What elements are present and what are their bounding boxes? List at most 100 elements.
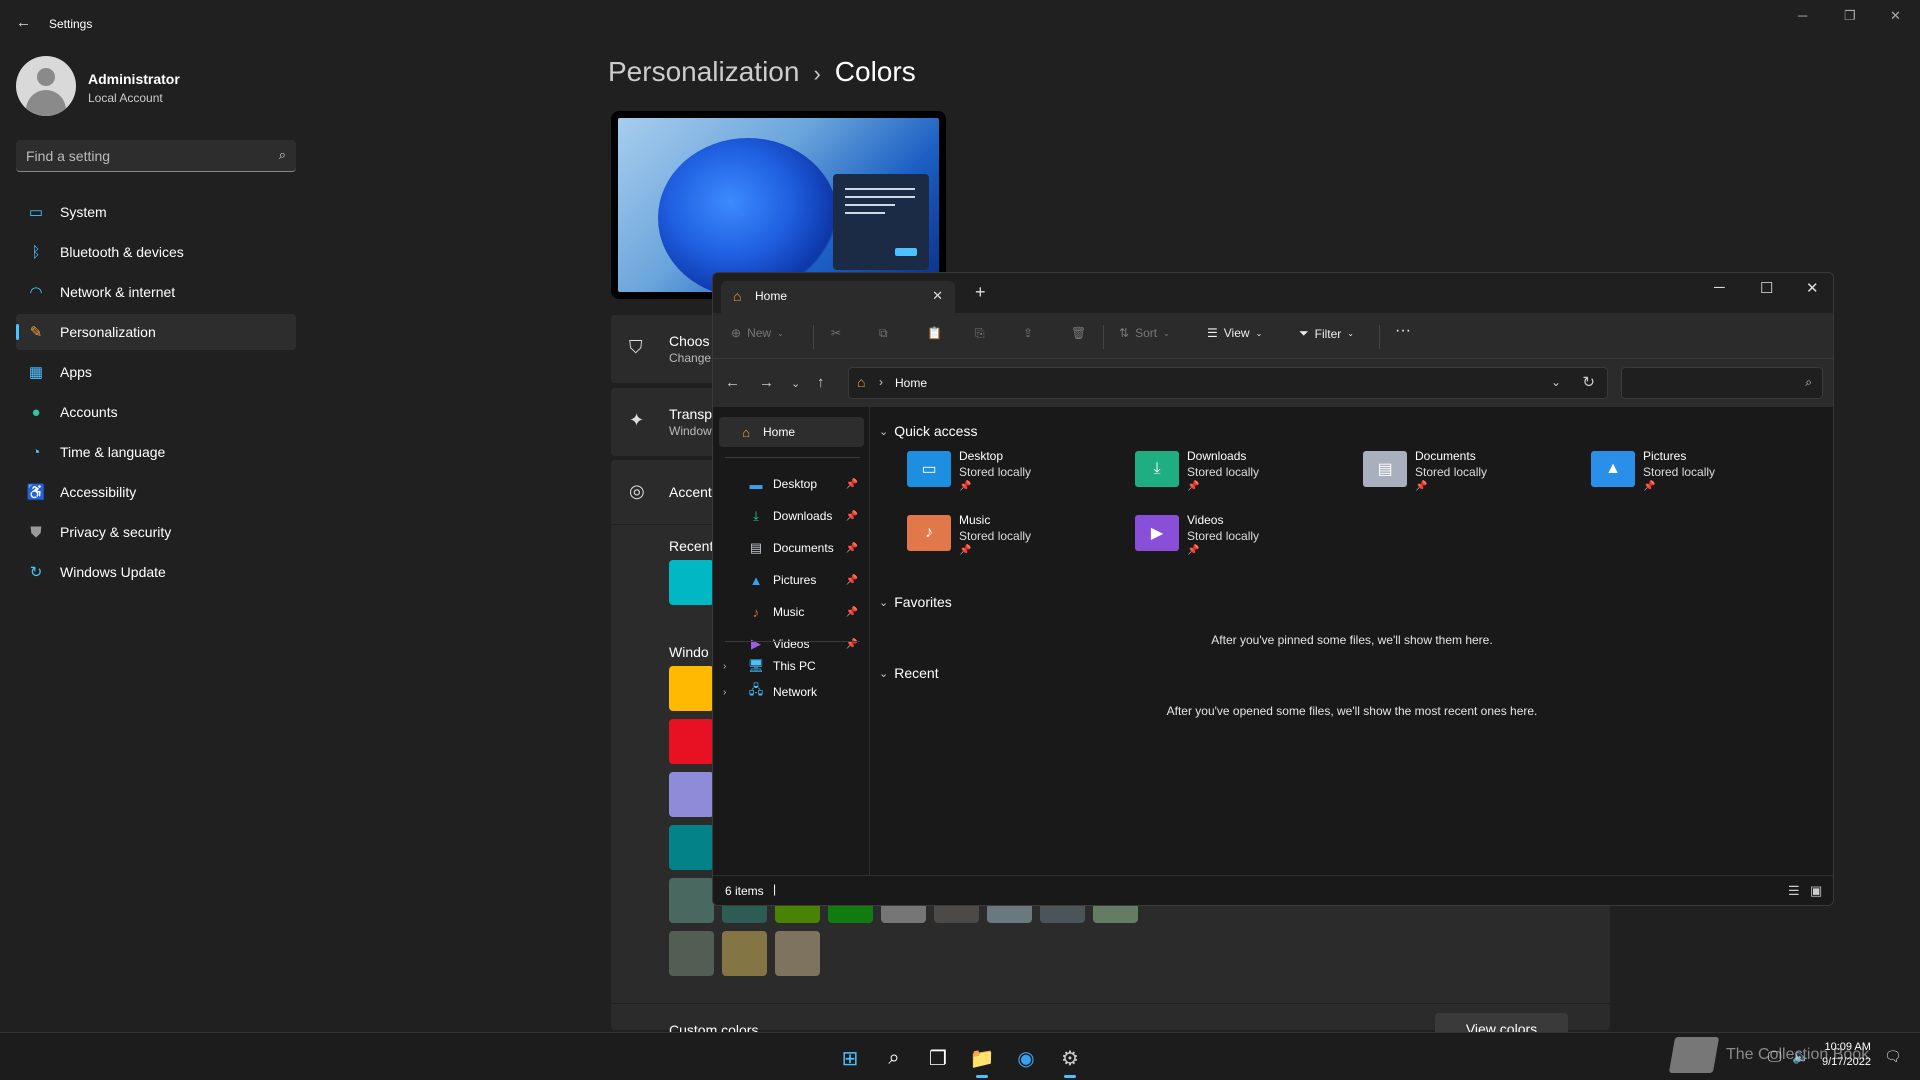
share-icon[interactable]: ⇪ [1023,326,1033,340]
accent-color-swatch[interactable] [669,666,714,711]
mode-card-title: Choos [669,333,710,349]
view-button[interactable]: ☰ View ⌄ [1207,326,1262,340]
accent-color-swatch[interactable] [669,878,714,923]
accent-color-swatch[interactable] [669,772,714,817]
sidebar-item-pictures[interactable]: ▲ Pictures 📌 [719,565,864,595]
address-bar[interactable]: ⌂ › Home ⌄ ↻ [848,367,1608,399]
network-icon: 🖧 [748,682,764,697]
search-icon[interactable]: ⌕ [279,147,286,163]
settings-gear-icon[interactable]: ⚙ [1052,1042,1088,1078]
accent-color-swatch[interactable] [669,825,714,870]
quick-access-item[interactable]: ⤓ Downloads Stored locally 📌 [1135,447,1335,499]
chevron-down-icon[interactable]: ⌄ [1551,375,1561,389]
tab-home[interactable]: ⌂ Home ✕ [721,281,955,313]
sidebar-item-time-language[interactable]: ◔ Time & language [16,434,296,470]
sidebar-item-home[interactable]: ⌂ Home [719,417,864,447]
item-name: Documents [1415,449,1476,463]
copy-icon[interactable]: ⧉ [879,326,888,341]
quick-access-item[interactable]: ▲ Pictures Stored locally 📌 [1591,447,1791,499]
sidebar-item-label: Accessibility [60,484,137,500]
quick-access-item[interactable]: ♪ Music Stored locally 📌 [907,511,1107,563]
item-status: Stored locally [959,465,1032,479]
sidebar-item-windows-update[interactable]: ↻ Windows Update [16,554,296,590]
task-view-icon[interactable]: ❐ [920,1042,956,1074]
notification-icon[interactable]: 🗨 [1884,1048,1902,1065]
accent-color-swatch[interactable] [775,931,820,976]
file-explorer-icon[interactable]: 📁 [964,1042,1000,1078]
minimize-icon[interactable]: ─ [1798,8,1807,23]
quick-access-item[interactable]: ▶ Videos Stored locally 📌 [1135,511,1335,563]
minimize-icon[interactable]: ─ [1714,279,1725,296]
rename-icon[interactable]: ⎘ [975,326,985,341]
delete-icon[interactable]: 🗑 [1071,326,1086,340]
sidebar-item-music[interactable]: ♪ Music 📌 [719,597,864,627]
pin-icon[interactable]: 📌 [846,543,858,554]
new-button[interactable]: ⊕ New ⌄ [731,326,784,340]
pin-icon[interactable]: 📌 [846,575,858,586]
quick-access-item[interactable]: ▤ Documents Stored locally 📌 [1363,447,1563,499]
sidebar-item-documents[interactable]: ▤ Documents 📌 [719,533,864,563]
back-arrow-icon[interactable]: ← [725,374,740,391]
transparency-card-title: Transp [669,406,713,422]
address-row: ← → ⌄ ↑ ⌂ › Home ⌄ ↻ ⌕ [713,359,1833,407]
search-input[interactable] [16,140,256,172]
sidebar-item-desktop[interactable]: ▬ Desktop 📌 [719,469,864,499]
navigation-pane: ⌂ Home ▬ Desktop 📌 ⤓ Downloads 📌 ▤ Documents 📌 ▲ P… [713,407,870,877]
pin-icon[interactable]: 📌 [846,511,858,522]
forward-arrow-icon[interactable]: → [759,374,774,391]
restore-icon[interactable]: ❐ [1844,8,1856,24]
windows-colors-label: Windo [669,644,709,660]
up-arrow-icon[interactable]: ↑ [817,374,825,391]
cut-icon[interactable]: ✂ [831,326,841,340]
filter-button[interactable]: ⏷ Filter ⌄ [1299,326,1354,341]
favorites-header[interactable]: ⌄ Favorites [879,594,952,610]
paste-icon[interactable]: 📋 [927,326,942,340]
start-icon[interactable]: ⊞ [832,1042,868,1074]
recent-header[interactable]: ⌄ Recent [879,665,939,681]
sidebar-item-label: Accounts [60,404,118,420]
sidebar-item-network-internet[interactable]: ◠ Network & internet [16,274,296,310]
accent-color-swatch[interactable] [669,719,714,764]
volume-icon[interactable]: 🔈 [1792,1048,1809,1065]
pin-icon[interactable]: 📌 [846,607,858,618]
details-view-icon[interactable]: ☰ [1788,883,1800,899]
sidebar-item-accessibility[interactable]: ♿ Accessibility [16,474,296,510]
recent-locations-icon[interactable]: ⌄ [791,377,800,390]
breadcrumb-parent[interactable]: Personalization [608,56,799,87]
quick-access-header[interactable]: ⌄ Quick access [879,423,977,439]
recent-color-swatch[interactable] [669,560,714,605]
sidebar-item-network[interactable]: 🖧 Network [719,677,864,707]
search-icon[interactable]: ⌕ [876,1042,912,1074]
sidebar-item-downloads[interactable]: ⤓ Downloads 📌 [719,501,864,531]
close-icon[interactable]: ✕ [1806,279,1819,297]
pin-icon: 📌 [1187,545,1200,556]
sidebar-item-accounts[interactable]: ● Accounts [16,394,296,430]
quick-access-item[interactable]: ▭ Desktop Stored locally 📌 [907,447,1107,499]
network-tray-icon[interactable]: 🖵 [1768,1048,1782,1065]
new-tab-icon[interactable]: + [975,282,986,303]
refresh-icon[interactable]: ↻ [1582,373,1595,391]
accent-color-swatch[interactable] [669,931,714,976]
clock[interactable]: 10:09 AM 9/17/2022 [1822,1040,1871,1070]
sidebar-item-personalization[interactable]: ✎ Personalization [16,314,296,350]
sidebar-item-label: This PC [773,659,816,673]
sidebar-item-bluetooth-devices[interactable]: ᛒ Bluetooth & devices [16,234,296,270]
search-input[interactable]: ⌕ [1621,367,1823,399]
close-icon[interactable]: ✕ [1890,8,1901,24]
back-arrow-icon[interactable]: ← [16,14,31,31]
maximize-icon[interactable]: ☐ [1760,279,1773,297]
search-icon[interactable]: ⌕ [1805,375,1812,390]
sidebar-item-apps[interactable]: ▦ Apps [16,354,296,390]
sidebar-item-privacy-security[interactable]: ⛊ Privacy & security [16,514,296,550]
close-tab-icon[interactable]: ✕ [932,288,943,304]
file-explorer-window: ⌂ Home ✕ + ─ ☐ ✕ ⊕ New ⌄ ✂ ⧉ 📋 ⎘ ⇪ 🗑 ⇅ Sort… [712,272,1834,906]
chevron-down-icon: ⌄ [1163,328,1170,338]
sort-button[interactable]: ⇅ Sort ⌄ [1119,326,1170,340]
edge-icon[interactable]: ◉ [1008,1042,1044,1074]
pin-icon[interactable]: 📌 [846,479,858,490]
sidebar-item-system[interactable]: ▭ System [16,194,296,230]
tiles-view-icon[interactable]: ▣ [1810,883,1822,899]
avatar[interactable] [16,56,76,116]
accent-color-swatch[interactable] [722,931,767,976]
more-options-icon[interactable]: ··· [1395,322,1411,340]
